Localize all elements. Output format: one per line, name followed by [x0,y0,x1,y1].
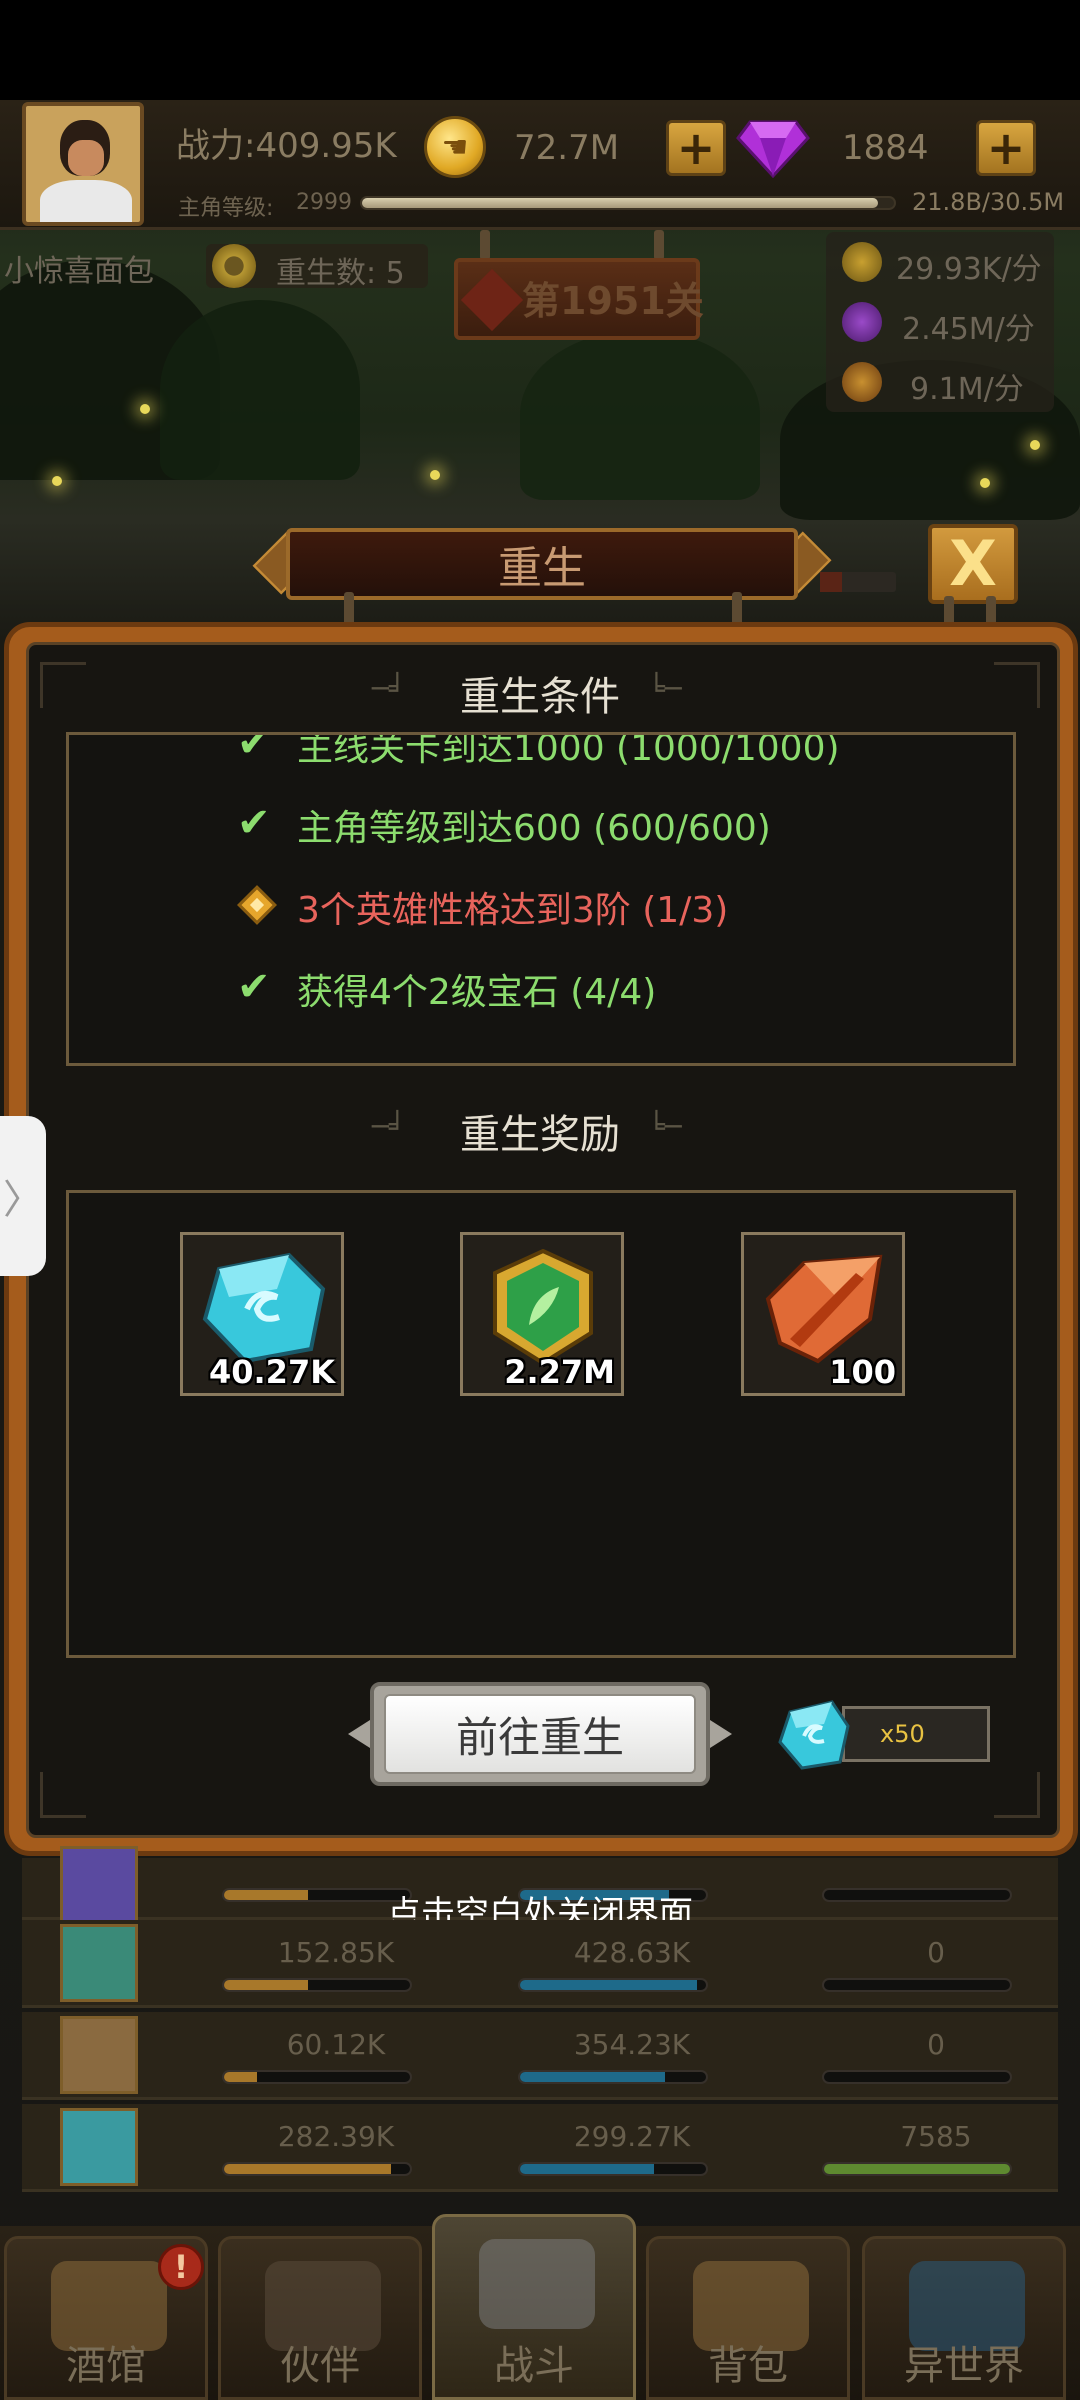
go-rebirth-label: 前往重生 [455,1713,624,1762]
purple-gem-icon [736,120,810,178]
gold-rate-text: 29.93K/分 [896,252,1042,287]
nav-partners[interactable]: 伙伴 [218,2236,422,2400]
blue-rune-stone-icon [202,1252,326,1364]
gold-amount: 72.7M [514,128,620,168]
hero-avatar [60,2016,138,2094]
alert-badge: ! [158,2244,204,2290]
rewards-heading: 重生奖励 [460,1112,620,1158]
condition-row: 3个英雄性格达到3阶 (1/3) [69,873,1013,933]
stat-value: 7585 [900,2120,972,2153]
close-icon: X [949,527,997,600]
blue-rune-stone-icon [778,1700,850,1770]
hero-avatar [60,2108,138,2186]
stat-value: 0 [927,1936,945,1969]
green-leaf-emblem-icon [493,1249,593,1365]
red-crystal-icon [765,1254,883,1364]
condition-row: ✔ 主角等级到达600 (600/600) [69,791,1013,851]
stat-bar [222,2070,412,2084]
rebirth-count-text: 重生数: 5 [276,256,405,291]
condition-row: ✔ 主线关卡到达1000 (1000/1000) [69,732,1013,771]
pending-diamond-icon [237,885,277,925]
rebirth-gear-icon [212,244,256,288]
exp-progress-text: 21.8B/30.5M [912,188,1065,216]
nav-label: 酒馆 [66,2343,146,2389]
checkmark-icon: ✔ [237,732,271,766]
hero-avatar [60,1924,138,2002]
condition-text: 3个英雄性格达到3阶 (1/3) [297,890,729,931]
reward-slot[interactable]: 40.27K [180,1232,344,1396]
exp-rate-icon [842,302,882,342]
checkmark-icon: ✔ [237,800,271,846]
crossed-swords-icon [479,2239,595,2329]
nav-otherworld[interactable]: 异世界 [862,2236,1066,2400]
stat-bar [222,2162,412,2176]
side-drawer-tab[interactable]: 〉 [0,1116,46,1276]
exp-progress-fill [362,198,879,208]
hero-level-value: 2999 [296,190,352,215]
hero-level-label: 主角等级: [178,196,274,221]
rebirth-cost-amount: x50 [880,1720,925,1748]
stat-value: 282.39K [277,2120,395,2153]
reward-slot[interactable]: 2.27M [460,1232,624,1396]
nav-label: 伙伴 [280,2343,360,2389]
dialog-title: 重生 [498,543,586,594]
table-row: 282.39K 299.27K 7585 [22,2104,1058,2192]
condition-row: ✔ 获得4个2级宝石 (4/4) [69,955,1013,1015]
stat-bar [822,2162,1012,2176]
title-side-bar [820,572,896,592]
gem-amount: 1884 [842,128,929,168]
stat-bar [222,1978,412,1992]
reward-quantity: 100 [829,1353,896,1391]
stat-bar [822,1978,1012,1992]
stat-bar [518,2070,708,2084]
corner-ornament [40,1772,86,1818]
gold-rate-icon [842,242,882,282]
stat-value: 428.63K [573,1936,691,1969]
stat-bar [518,1978,708,1992]
reward-quantity: 40.27K [208,1353,335,1391]
table-row: 60.12K 354.23K 0 [22,2012,1058,2100]
player-name: 小惊喜面包 [4,254,154,289]
corner-ornament [994,1772,1040,1818]
nav-backpack[interactable]: 背包 [646,2236,850,2400]
nav-label: 战斗 [494,2343,574,2389]
stat-value: 0 [927,2028,945,2061]
combat-power-text: 战力:409.95K [176,126,397,166]
condition-text: 主线关卡到达1000 (1000/1000) [297,732,840,769]
stat-bar [822,2070,1012,2084]
close-button[interactable]: X [928,524,1018,604]
add-gold-button[interactable]: + [666,120,726,176]
heading-ornament-right: ╘─ [648,672,682,705]
stat-value: 354.23K [573,2028,691,2061]
flame-rate-text: 9.1M/分 [910,372,1024,407]
nav-label: 异世界 [904,2343,1024,2389]
conditions-heading: 重生条件 [460,674,620,720]
stat-value: 60.12K [286,2028,386,2061]
conditions-list: ✔ 主线关卡到达1000 (1000/1000) ✔ 主角等级到达600 (60… [66,732,1016,1066]
reward-slot[interactable]: 100 [741,1232,905,1396]
nav-label: 背包 [708,2343,788,2389]
exp-rate-text: 2.45M/分 [902,312,1035,347]
nav-battle[interactable]: 战斗 [432,2214,636,2400]
add-gems-button[interactable]: + [976,120,1036,176]
gold-coin-icon: ☚ [424,116,486,178]
chevron-right-icon: 〉 [3,1177,43,1223]
table-row: 152.85K 428.63K 0 [22,1920,1058,2008]
flame-rate-icon [842,362,882,402]
stat-value: 152.85K [277,1936,395,1969]
reward-quantity: 2.27M [504,1353,615,1391]
exp-progress-bar [360,196,896,210]
condition-text: 获得4个2级宝石 (4/4) [297,972,657,1013]
stat-bar [518,2162,708,2176]
heading-ornament-right: ╘─ [648,1110,682,1143]
player-avatar[interactable] [22,102,144,226]
checkmark-icon: ✔ [237,964,271,1010]
stage-number: 第1951关 [522,279,704,323]
stat-value: 299.27K [573,2120,691,2153]
condition-text: 主角等级到达600 (600/600) [297,808,771,849]
